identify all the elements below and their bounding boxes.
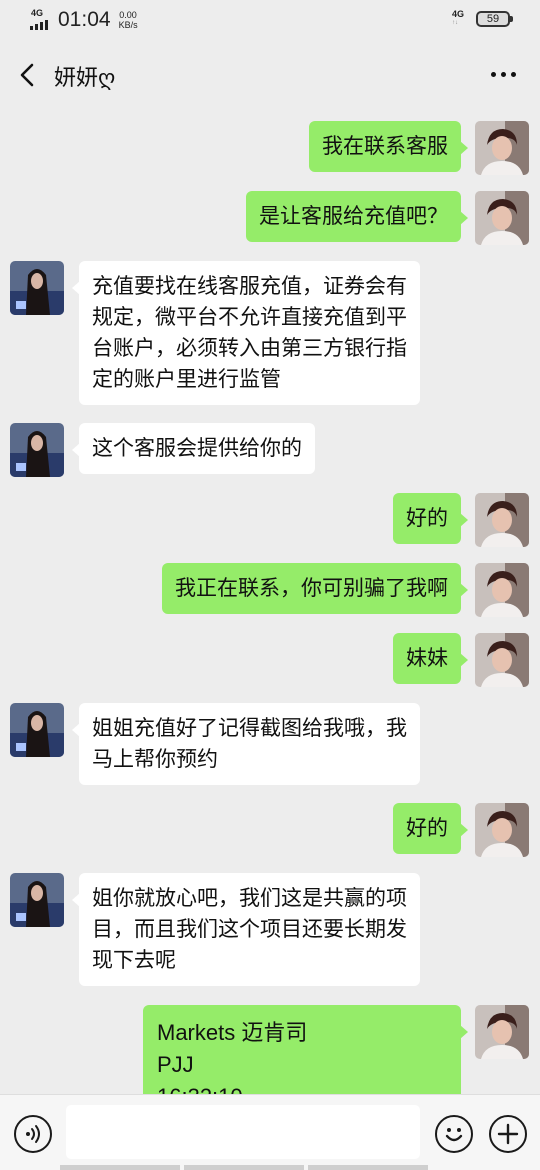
message-line: 16:32:10 [157, 1081, 447, 1094]
message-line: 充值要找在线客服充值，证券会有 [92, 274, 407, 298]
contact-avatar[interactable] [10, 703, 64, 757]
chevron-left-icon[interactable] [16, 60, 40, 90]
chat-header: 妍妍ღ [0, 42, 540, 108]
keyboard-hint-strip [0, 1165, 540, 1170]
speed-unit: KB/s [118, 20, 138, 30]
network-speed: 0.00 KB/s [119, 10, 138, 30]
chat-title: 妍妍ღ [54, 66, 116, 91]
message-bubble-contact[interactable]: 这个客服会提供给你的 [72, 423, 315, 474]
my-avatar[interactable] [475, 803, 529, 857]
message-list[interactable]: 我在联系客服 是让客服给充值吧？ 充值要找在线客服充值，证券会有 规定，微平台不… [0, 108, 540, 1094]
voice-icon[interactable] [14, 1115, 52, 1153]
message-bubble-me[interactable]: 好的 [393, 803, 468, 854]
my-avatar[interactable] [475, 633, 529, 687]
message-bubble-contact[interactable]: 姐姐充值好了记得截图给我哦，我 马上帮你预约 [72, 703, 420, 785]
my-avatar[interactable] [475, 563, 529, 617]
status-bar: 4G 01:04 0.00 KB/s 4G ↑↓ 59 [0, 0, 540, 42]
status-right: 4G ↑↓ 59 [451, 9, 513, 28]
my-avatar[interactable] [475, 121, 529, 175]
message-input[interactable] [66, 1105, 420, 1159]
battery-icon: 59 [476, 11, 513, 27]
my-avatar[interactable] [475, 191, 529, 245]
message-bubble-contact[interactable]: 充值要找在线客服充值，证券会有 规定，微平台不允许直接充值到平 台账户，必须转入… [72, 261, 420, 405]
message-line: 规定，微平台不允许直接充值到平 [92, 305, 407, 329]
message-line: PJJ [157, 1052, 194, 1077]
message-line: 定的账户里进行监管 [92, 367, 281, 391]
message-line: Markets 迈肯司 [157, 1020, 308, 1045]
speed-value: 0.00 [119, 10, 137, 20]
message-bubble-me[interactable]: 妹妹 [393, 633, 468, 684]
input-bar [0, 1094, 540, 1170]
message-bubble-me[interactable]: 好的 [393, 493, 468, 544]
message-line: 台账户，必须转入由第三方银行指 [92, 336, 407, 360]
message-bubble-me[interactable]: 是让客服给充值吧？ [246, 191, 468, 242]
my-avatar[interactable] [475, 493, 529, 547]
signal-icon: 4G [30, 8, 54, 32]
more-dots-icon[interactable] [491, 72, 516, 77]
network-type-right: 4G ↑↓ [451, 9, 464, 27]
battery-level: 59 [486, 13, 500, 25]
clock: 01:04 [58, 8, 111, 31]
message-bubble-me[interactable]: 我正在联系，你可别骗了我啊 [162, 563, 468, 614]
contact-avatar[interactable] [10, 423, 64, 477]
message-bubble-me[interactable]: Markets 迈肯司 PJJ 16:32:10 [143, 1005, 468, 1094]
plus-icon[interactable] [489, 1115, 527, 1153]
network-type-right-label: 4G [451, 9, 464, 19]
my-avatar[interactable] [475, 1005, 529, 1059]
message-line: 目，而且我们这个项目还要长期发 [92, 917, 407, 941]
message-line: 姐你就放心吧，我们这是共赢的项 [92, 886, 407, 910]
status-left: 4G 01:04 0.00 KB/s [30, 8, 138, 32]
message-bubble-me[interactable]: 我在联系客服 [309, 121, 468, 172]
message-line: 现下去呢 [92, 948, 176, 972]
contact-avatar[interactable] [10, 261, 64, 315]
message-bubble-contact[interactable]: 姐你就放心吧，我们这是共赢的项 目，而且我们这个项目还要长期发 现下去呢 [72, 873, 420, 986]
emoji-icon[interactable] [435, 1115, 473, 1153]
message-line: 姐姐充值好了记得截图给我哦，我 [92, 716, 407, 740]
network-type-left: 4G [31, 8, 44, 18]
contact-avatar[interactable] [10, 873, 64, 927]
message-line: 马上帮你预约 [92, 747, 218, 771]
